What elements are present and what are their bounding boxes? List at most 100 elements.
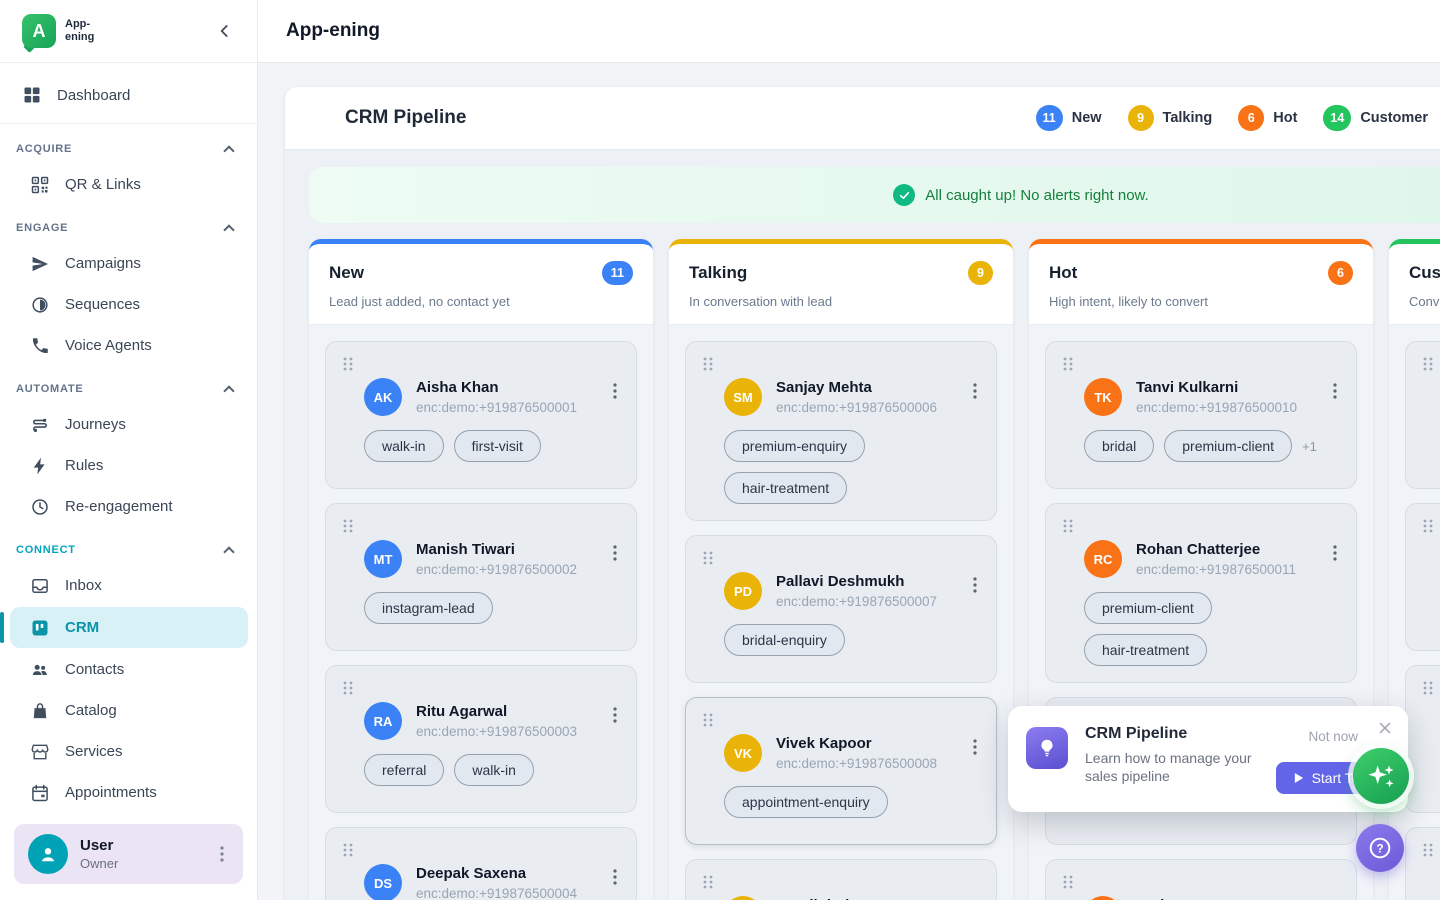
chevron-up-icon (223, 546, 234, 557)
stat-hot: 6 Hot (1238, 105, 1297, 131)
drag-handle-icon[interactable] (342, 680, 354, 696)
svg-text:?: ? (1376, 841, 1383, 855)
avatar: DS (364, 864, 402, 900)
lead-card-amit-kumar[interactable]: AKAmit Kumar (1045, 859, 1357, 900)
close-icon[interactable] (1376, 719, 1394, 737)
chevron-up-icon (223, 145, 234, 156)
card-menu-kebab-icon[interactable] (1328, 382, 1342, 400)
lead-card[interactable] (1405, 503, 1440, 651)
sidebar-item-crm[interactable]: CRM (10, 607, 248, 648)
card-menu-kebab-icon[interactable] (968, 576, 982, 594)
drag-handle-icon[interactable] (1422, 356, 1434, 372)
column-header: Customer14Converted (1389, 244, 1440, 325)
user-menu-kebab-icon[interactable] (215, 845, 229, 863)
bag-icon (30, 701, 50, 721)
sidebar-item-sequences[interactable]: Sequences (0, 284, 257, 325)
sidebar-item-journeys[interactable]: Journeys (0, 404, 257, 445)
tag: premium-client (1164, 430, 1292, 462)
lead-card-pallavi-deshmukh[interactable]: PDPallavi Deshmukhenc:demo:+919876500007… (685, 535, 997, 683)
lead-name: Aisha Khan (416, 379, 577, 396)
stat-label: Hot (1273, 110, 1297, 126)
sidebar-item-qr-links[interactable]: QR & Links (0, 164, 257, 205)
user-profile-card[interactable]: User Owner (14, 824, 243, 884)
card-menu-kebab-icon[interactable] (608, 382, 622, 400)
card-menu-kebab-icon[interactable] (968, 382, 982, 400)
avatar: RC (1084, 540, 1122, 578)
lead-card-rohan-chatterjee[interactable]: RCRohan Chatterjeeenc:demo:+919876500011… (1045, 503, 1357, 683)
pipeline-column-new: New11Lead just added, no contact yet AK Ai… (309, 239, 653, 900)
lead-phone: enc:demo:+919876500011 (1136, 562, 1296, 577)
tag: hair-treatment (1084, 634, 1207, 666)
drag-handle-icon[interactable] (1062, 518, 1074, 534)
tag: bridal (1084, 430, 1154, 462)
drag-handle-icon[interactable] (1062, 874, 1074, 890)
section-header-automate[interactable]: AUTOMATE (0, 366, 257, 404)
drag-handle-icon[interactable] (1422, 680, 1434, 696)
sidebar-item-dashboard[interactable]: Dashboard (0, 71, 257, 119)
drag-handle-icon[interactable] (1422, 842, 1434, 858)
help-button[interactable]: ? (1356, 824, 1404, 872)
lead-card-sanjay-mehta[interactable]: SMSanjay Mehtaenc:demo:+919876500006prem… (685, 341, 997, 521)
lead-card-aisha-khan[interactable]: AKAisha Khanenc:demo:+919876500001walk-i… (325, 341, 637, 489)
sidebar-item-re-engagement[interactable]: Re-engagement (0, 486, 257, 527)
popup-title: CRM Pipeline (1085, 725, 1187, 743)
card-menu-kebab-icon[interactable] (608, 868, 622, 886)
app-logo-icon: A (22, 14, 56, 48)
lead-card-ritu-agarwal[interactable]: RARitu Agarwalenc:demo:+919876500003refe… (325, 665, 637, 813)
sidebar-item-campaigns[interactable]: Campaigns (0, 243, 257, 284)
lead-card[interactable] (1405, 341, 1440, 489)
sidebar-item-inbox[interactable]: Inbox (0, 565, 257, 606)
stat-count-badge: 6 (1238, 105, 1264, 131)
lead-card-tanvi-kulkarni[interactable]: TKTanvi Kulkarnienc:demo:+919876500010br… (1045, 341, 1357, 489)
column-header: New11Lead just added, no contact yet (309, 244, 653, 325)
stat-customer: 14Customer (1323, 105, 1428, 131)
card-menu-kebab-icon[interactable] (608, 544, 622, 562)
column-description: High intent, likely to convert (1049, 294, 1353, 309)
user-avatar (28, 834, 68, 874)
lead-phone: enc:demo:+919876500003 (416, 724, 577, 739)
lead-name: Vivek Kapoor (776, 735, 937, 752)
sidebar-item-services[interactable]: Services (0, 731, 257, 772)
column-count-badge: 11 (602, 261, 633, 285)
avatar: AK (364, 378, 402, 416)
drag-handle-icon[interactable] (342, 842, 354, 858)
sidebar-item-rules[interactable]: Rules (0, 445, 257, 486)
card-menu-kebab-icon[interactable] (1328, 544, 1342, 562)
card-menu-kebab-icon[interactable] (968, 738, 982, 756)
section-header-connect[interactable]: CONNECT (0, 527, 257, 565)
lead-card[interactable] (1405, 665, 1440, 813)
sidebar-item-contacts[interactable]: Contacts (0, 649, 257, 690)
drag-handle-icon[interactable] (702, 550, 714, 566)
lead-card-manish-tiwari[interactable]: MTManish Tiwarienc:demo:+919876500002ins… (325, 503, 637, 651)
lead-phone: enc:demo:+919876500007 (776, 594, 937, 609)
card-menu-kebab-icon[interactable] (608, 706, 622, 724)
sidebar-collapse-button[interactable] (213, 19, 237, 43)
lead-card-nandini-shetty[interactable]: NSNandini Shetty (685, 859, 997, 900)
lead-card-vivek-kapoor[interactable]: VKVivek Kapoorenc:demo:+919876500008appo… (685, 697, 997, 845)
lead-card[interactable] (1405, 827, 1440, 900)
sidebar-item-voice-agents[interactable]: Voice Agents (0, 325, 257, 366)
lead-card-deepak-saxena[interactable]: DSDeepak Saxenaenc:demo:+919876500004 (325, 827, 637, 900)
stat-count-badge: 11 (1036, 105, 1063, 131)
not-now-button[interactable]: Not now (1308, 729, 1358, 744)
drag-handle-icon[interactable] (1062, 356, 1074, 372)
ai-assistant-button[interactable] (1353, 748, 1409, 804)
drag-handle-icon[interactable] (702, 874, 714, 890)
avatar: NS (724, 896, 762, 900)
sidebar-item-appointments[interactable]: Appointments (0, 772, 257, 813)
avatar: MT (364, 540, 402, 578)
section-header-engage[interactable]: ENGAGE (0, 205, 257, 243)
lead-phone: enc:demo:+919876500010 (1136, 400, 1297, 415)
drag-handle-icon[interactable] (702, 356, 714, 372)
drag-handle-icon[interactable] (342, 518, 354, 534)
column-title: Customer (1409, 263, 1440, 283)
drag-handle-icon[interactable] (342, 356, 354, 372)
column-description: In conversation with lead (689, 294, 993, 309)
column-header: Talking9In conversation with lead (669, 244, 1013, 325)
drag-handle-icon[interactable] (702, 712, 714, 728)
user-role: Owner (80, 856, 118, 871)
sidebar-item-catalog[interactable]: Catalog (0, 690, 257, 731)
section-header-acquire[interactable]: ACQUIRE (0, 126, 257, 164)
drag-handle-icon[interactable] (1422, 518, 1434, 534)
tag-list: bridalpremium-client+1 (1084, 430, 1342, 462)
